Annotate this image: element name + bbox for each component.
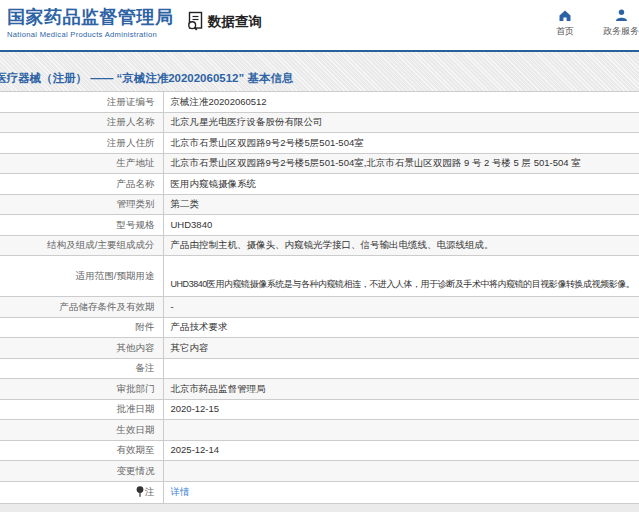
row-label: 变更情况 [0,461,163,482]
table-row: 注册人名称北京凡星光电医疗设备股份有限公司 [0,112,639,133]
table-row: 变更情况 [0,461,639,482]
table-row: 注册证编号京械注准20202060512 [0,92,639,113]
table-row: 有效期至2025-12-14 [0,440,639,461]
row-label: 批准日期 [0,399,163,420]
row-value: 详情 [163,481,639,503]
org-name: 国家药品监督管理局 [7,7,174,28]
row-label: 附件 [0,317,163,338]
row-value: 其它内容 [163,338,639,359]
header-nav: 首页 政务服务 [545,9,639,38]
row-label: 注册证编号 [0,92,163,113]
row-label: 结构及组成/主要组成成分 [0,235,163,256]
table-row: 注详情 [0,481,639,503]
header: 国家药品监督管理局 National Medical Products Admi… [0,0,639,52]
table-row: 其他内容其它内容 [0,338,639,359]
row-value: 第二类 [163,194,639,215]
nav-home-label: 首页 [556,25,574,38]
nav-services[interactable]: 政务服务 [601,9,639,38]
row-value: 北京市药品监督管理局 [163,379,639,400]
row-value: 北京市石景山区双园路9号2号楼5层501-504室 [163,133,639,154]
nav-data-query[interactable]: 数据查询 [185,11,262,32]
row-value: 2020-12-15 [163,399,639,420]
table-row: 型号规格UHD3840 [0,215,639,236]
row-label: 审批部门 [0,379,163,400]
row-value: UHD3840医用内窥镜摄像系统是与各种内窥镜相连，不进入人体，用于诊断及手术中… [163,256,639,297]
person-icon [615,9,628,22]
row-label: 适用范围/预期用途 [0,256,163,297]
table-row: 备注 [0,358,639,379]
table-row: 管理类别第二类 [0,194,639,215]
table-row: 生产地址北京市石景山区双园路9号2号楼5层501-504室,北京市石景山区双园路… [0,153,639,174]
row-label: 注册人名称 [0,112,163,133]
data-query-label: 数据查询 [208,13,262,31]
row-label: 产品名称 [0,174,163,195]
row-value: UHD3840 [163,215,639,236]
home-icon [558,9,572,22]
data-query-icon [185,11,206,32]
row-label: 型号规格 [0,215,163,236]
row-label: 产品储存条件及有效期 [0,297,163,318]
row-label: 生效日期 [0,420,163,441]
row-value [163,461,639,482]
row-value: 2025-12-14 [163,440,639,461]
row-value: 北京凡星光电医疗设备股份有限公司 [163,112,639,133]
table-row: 产品储存条件及有效期- [0,297,639,318]
info-table: 注册证编号京械注准20202060512注册人名称北京凡星光电医疗设备股份有限公… [0,91,639,504]
row-value: 北京市石景山区双园路9号2号楼5层501-504室,北京市石景山区双园路 9 号… [163,153,639,174]
row-value [163,358,639,379]
nav-services-label: 政务服务 [603,25,639,38]
title-band: 医疗器械（注册） —— “京械注准20202060512” 基本信息 [0,52,639,91]
table-row: 生效日期 [0,420,639,441]
table-row: 批准日期2020-12-15 [0,399,639,420]
org-name-en: National Medical Products Administration [7,30,174,39]
row-label: 管理类别 [0,194,163,215]
page-title: 医疗器械（注册） —— “京械注准20202060512” 基本信息 [0,71,293,86]
row-label: 生产地址 [0,153,163,174]
table-row: 附件产品技术要求 [0,317,639,338]
row-label: 备注 [0,358,163,379]
row-value: 产品由控制主机、摄像头、内窥镜光学接口、信号输出电缆线、电源线组成。 [163,235,639,256]
row-label: 注 [0,481,163,503]
nmpa-logo[interactable]: 国家药品监督管理局 National Medical Products Admi… [7,7,174,39]
row-label: 注册人住所 [0,133,163,154]
row-value: 医用内窥镜摄像系统 [163,174,639,195]
pin-icon [136,486,144,497]
table-row: 产品名称医用内窥镜摄像系统 [0,174,639,195]
detail-link[interactable]: 详情 [171,486,190,497]
row-label: 有效期至 [0,440,163,461]
table-row: 结构及组成/主要组成成分产品由控制主机、摄像头、内窥镜光学接口、信号输出电缆线、… [0,235,639,256]
row-value: 产品技术要求 [163,317,639,338]
table-row: 审批部门北京市药品监督管理局 [0,379,639,400]
table-row: 注册人住所北京市石景山区双园路9号2号楼5层501-504室 [0,133,639,154]
row-value: 京械注准20202060512 [163,92,639,113]
row-value [163,420,639,441]
nav-home[interactable]: 首页 [545,9,585,38]
row-label: 其他内容 [0,338,163,359]
table-row: 适用范围/预期用途UHD3840医用内窥镜摄像系统是与各种内窥镜相连，不进入人体… [0,256,639,297]
row-value: - [163,297,639,318]
